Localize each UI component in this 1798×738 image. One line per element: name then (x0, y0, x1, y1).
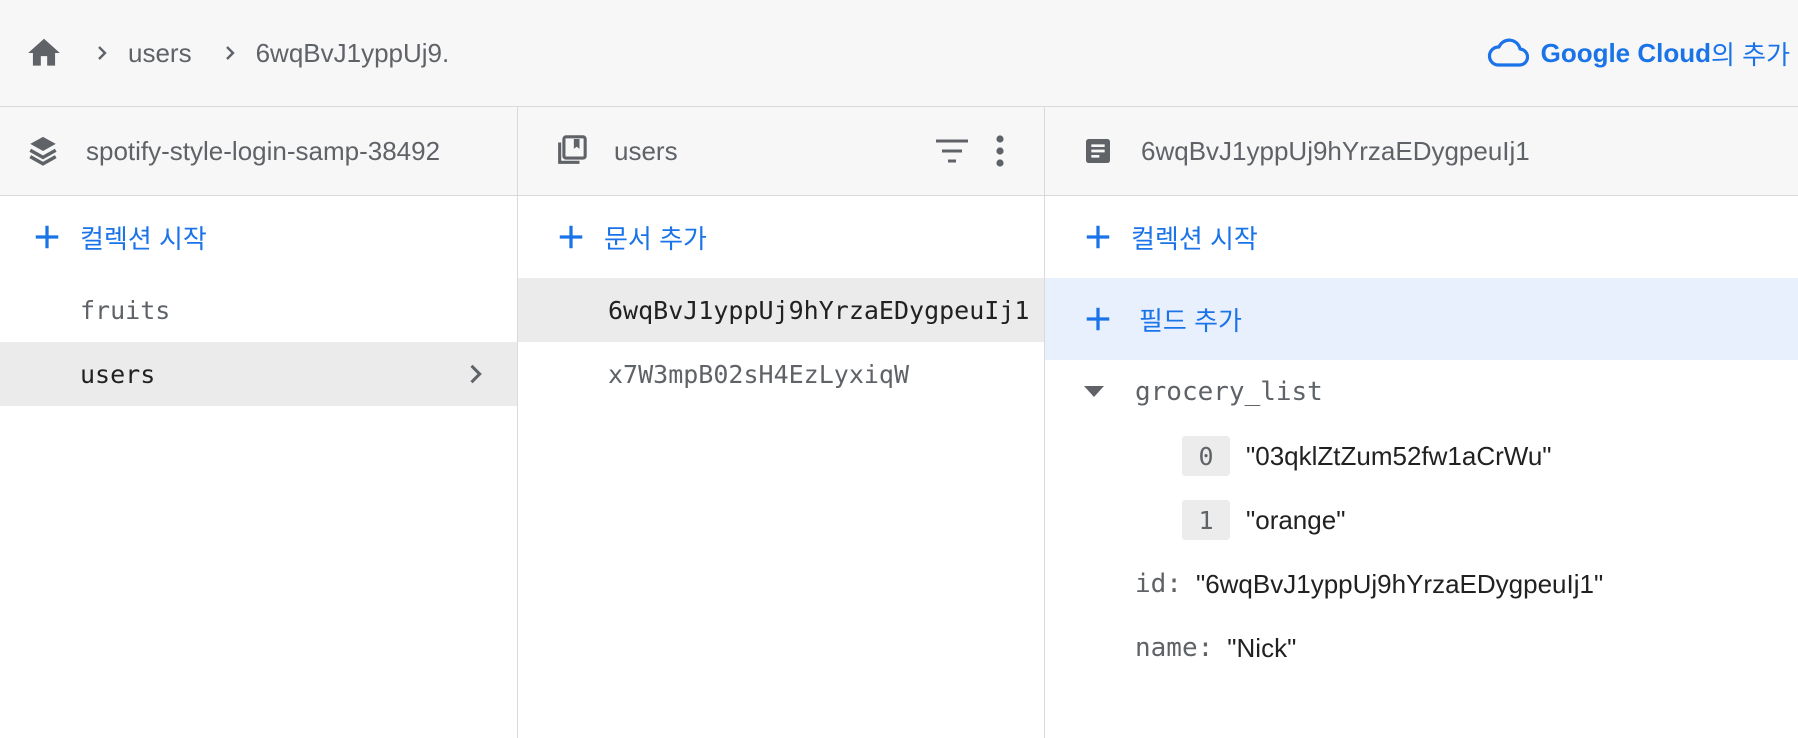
start-collection-button[interactable]: 컬렉션 시작 (0, 196, 517, 278)
document-item-selected[interactable]: 6wqBvJ1yppUj9hYrzaEDygpeuIj1 (518, 278, 1044, 342)
breadcrumb-item-users[interactable]: users (128, 38, 192, 69)
field-grocery-list[interactable]: grocery_list (1045, 360, 1798, 424)
field-key: name: (1135, 633, 1214, 663)
field-id[interactable]: id: "6wqBvJ1yppUj9hYrzaEDygpeuIj1" (1045, 552, 1798, 616)
caret-down-icon[interactable] (1083, 380, 1107, 404)
document-title: 6wqBvJ1yppUj9hYrzaEDygpeuIj1 (1141, 135, 1530, 166)
collection-title: users (614, 135, 678, 166)
plus-icon (32, 222, 62, 252)
top-bar: users 6wqBvJ1yppUj9. Google Cloud 의 추가 (0, 0, 1798, 107)
document-label: x7W3mpB02sH4EzLyxiqW (608, 359, 910, 389)
breadcrumb-item-document[interactable]: 6wqBvJ1yppUj9. (256, 38, 450, 69)
collection-panel: users 문서 추가 6wqBvJ1yppUj9hYrzaEDygpeuIj1… (518, 107, 1045, 738)
filter-icon[interactable] (932, 131, 972, 171)
plus-icon (556, 222, 586, 252)
document-item[interactable]: x7W3mpB02sH4EzLyxiqW (518, 342, 1044, 406)
chevron-right-icon (461, 360, 489, 388)
collection-icon (552, 132, 590, 170)
document-panel: 6wqBvJ1yppUj9hYrzaEDygpeuIj1 컬렉션 시작 필드 추… (1045, 107, 1798, 738)
field-name[interactable]: name: "Nick" (1045, 616, 1798, 680)
array-item[interactable]: 0 "03qklZtZum52fw1aCrWu" (1045, 424, 1798, 488)
field-value: "6wqBvJ1yppUj9hYrzaEDygpeuIj1" (1195, 568, 1604, 599)
start-subcollection-label: 컬렉션 시작 (1131, 223, 1258, 254)
more-vert-icon[interactable] (980, 131, 1020, 171)
field-value: "Nick" (1227, 632, 1297, 663)
add-document-label: 문서 추가 (604, 223, 707, 254)
project-panel-header: spotify-style-login-samp-38492 (0, 107, 517, 196)
add-field-label: 필드 추가 (1139, 305, 1242, 336)
array-index: 0 (1182, 436, 1230, 476)
field-tree: grocery_list 0 "03qklZtZum52fw1aCrWu" 1 … (1045, 360, 1798, 680)
plus-icon (1083, 304, 1113, 334)
start-collection-label: 컬렉션 시작 (80, 223, 207, 254)
array-index: 1 (1182, 500, 1230, 540)
start-subcollection-button[interactable]: 컬렉션 시작 (1045, 196, 1798, 278)
collection-item-users[interactable]: users (0, 342, 517, 406)
collection-panel-header: users (518, 107, 1044, 196)
home-icon[interactable] (24, 33, 64, 73)
document-label: 6wqBvJ1yppUj9hYrzaEDygpeuIj1 (608, 295, 1030, 325)
document-panel-header: 6wqBvJ1yppUj9hYrzaEDygpeuIj1 (1045, 107, 1798, 196)
array-item[interactable]: 1 "orange" (1045, 488, 1798, 552)
plus-icon (1083, 222, 1113, 252)
cloud-icon (1487, 38, 1529, 68)
array-value: "orange" (1246, 504, 1346, 535)
google-cloud-suffix: 의 추가 (1711, 39, 1790, 70)
field-key: id: (1135, 569, 1182, 599)
project-title: spotify-style-login-samp-38492 (86, 135, 441, 166)
collection-item-fruits[interactable]: fruits (0, 278, 517, 342)
collection-header-actions (924, 131, 1020, 171)
chevron-right-icon (218, 41, 242, 65)
field-key: grocery_list (1135, 377, 1323, 407)
collection-label: fruits (80, 295, 171, 325)
google-cloud-link[interactable]: Google Cloud 의 추가 (1487, 30, 1790, 76)
collection-label: users (80, 359, 156, 389)
add-field-button[interactable]: 필드 추가 (1045, 278, 1798, 360)
google-cloud-label: Google Cloud (1540, 37, 1712, 68)
add-document-button[interactable]: 문서 추가 (518, 196, 1044, 278)
document-icon (1079, 132, 1117, 170)
chevron-right-icon (90, 41, 114, 65)
breadcrumb: users 6wqBvJ1yppUj9. (24, 28, 449, 78)
project-panel: spotify-style-login-samp-38492 컬렉션 시작 fr… (0, 107, 518, 738)
firestore-stack-icon (24, 132, 62, 170)
array-value: "03qklZtZum52fw1aCrWu" (1246, 440, 1552, 471)
